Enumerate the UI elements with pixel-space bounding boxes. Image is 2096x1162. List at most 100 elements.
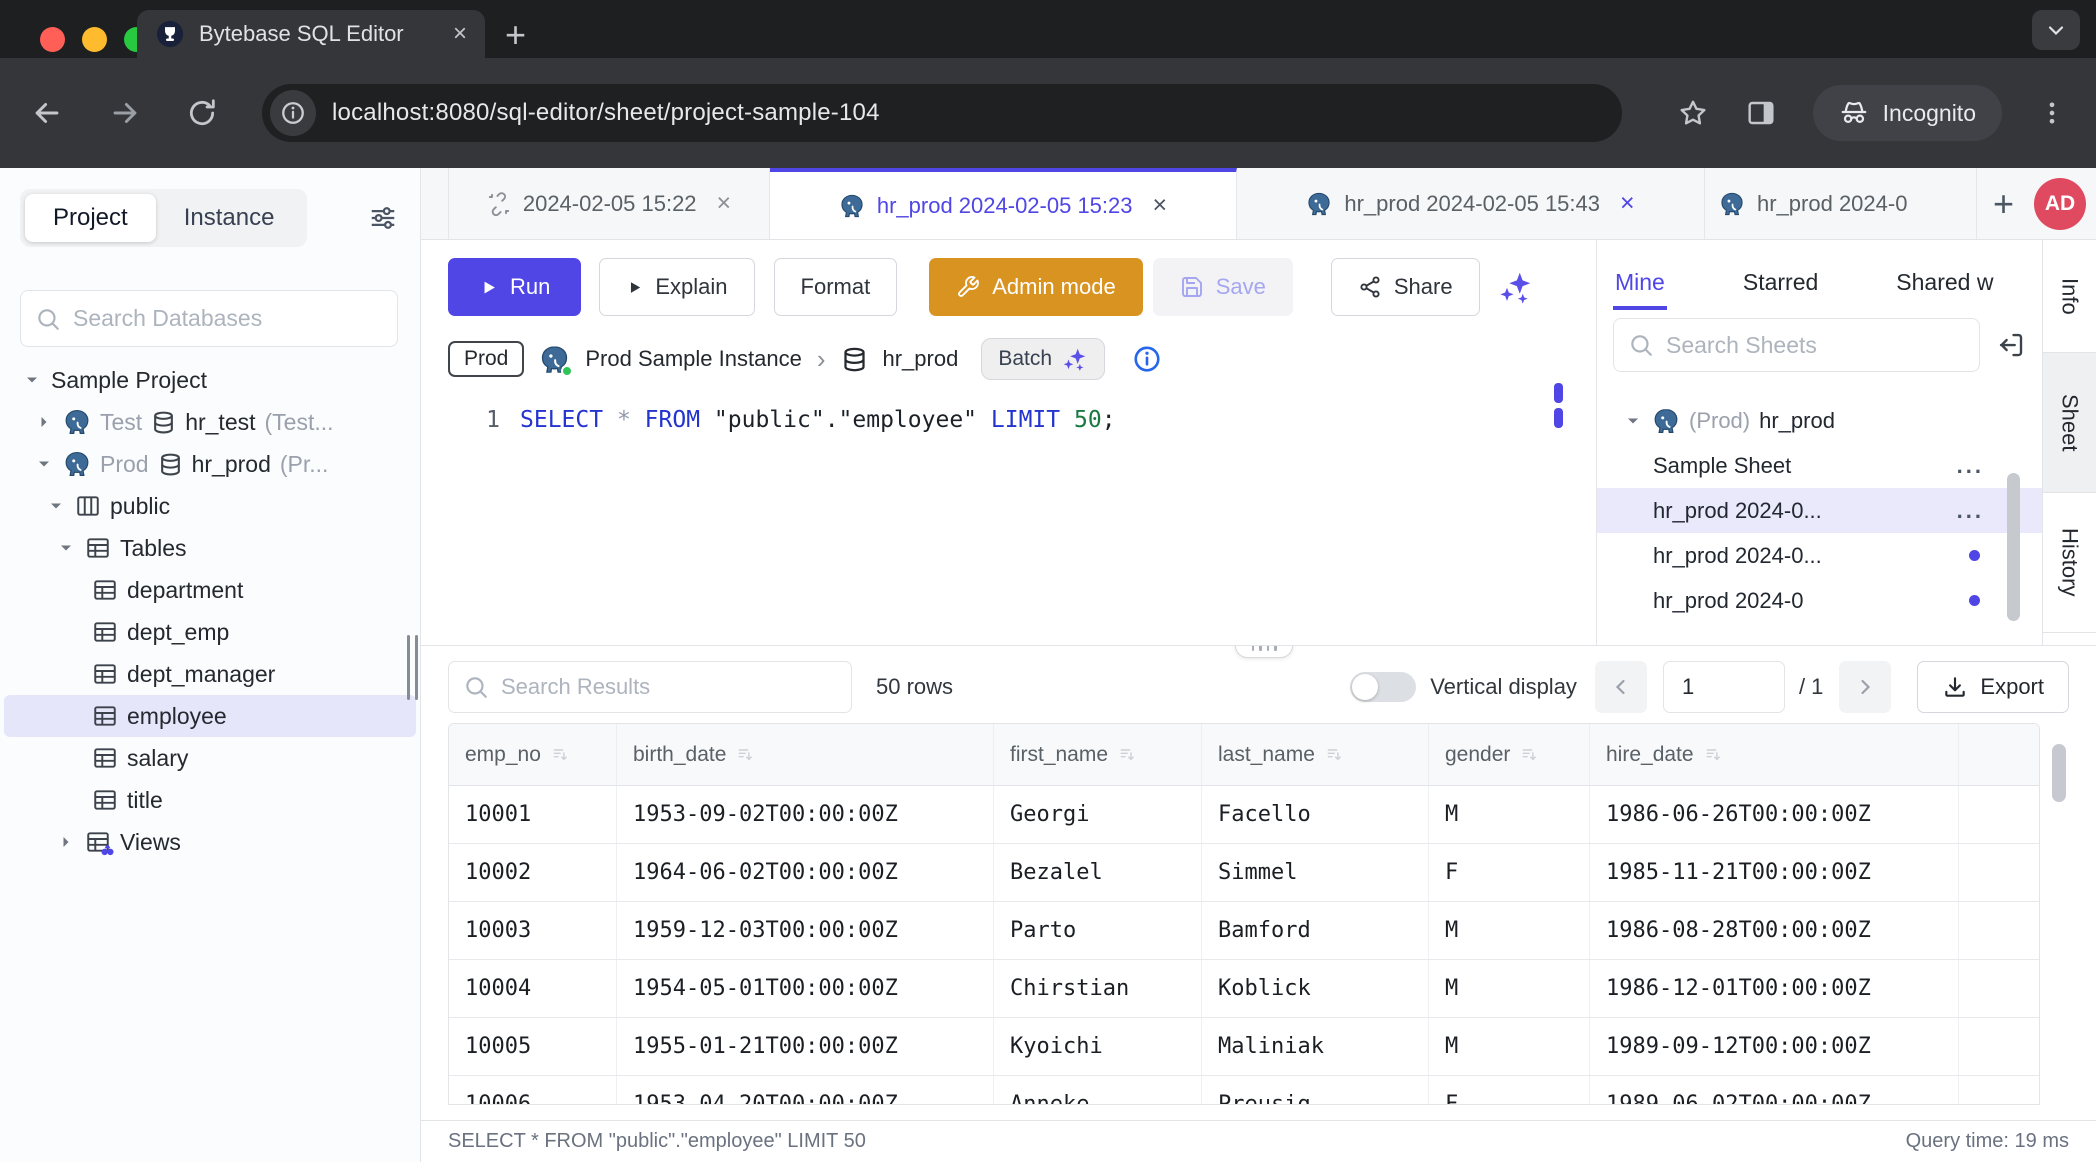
close-sheet-icon[interactable]: × <box>1153 191 1168 220</box>
results-search-input[interactable] <box>501 674 837 700</box>
sort-icon[interactable] <box>1325 745 1345 765</box>
cell-last-name[interactable]: Preusig <box>1202 1076 1429 1105</box>
sidebar-resize-handle[interactable] <box>407 635 418 700</box>
results-search[interactable] <box>448 661 852 713</box>
cell-gender[interactable]: M <box>1429 902 1590 959</box>
sheets-search-input[interactable] <box>1666 332 1965 359</box>
export-button[interactable]: Export <box>1917 661 2069 713</box>
format-button[interactable]: Format <box>774 258 898 316</box>
sheet-item-unsaved-1[interactable]: hr_prod 2024-0... <box>1597 533 2042 578</box>
sort-icon[interactable] <box>1118 745 1138 765</box>
cell-emp-no[interactable]: 10002 <box>449 844 617 901</box>
sheet-item-unsaved-2[interactable]: hr_prod 2024-0 <box>1597 578 2042 623</box>
cell-emp-no[interactable]: 10001 <box>449 786 617 843</box>
sheets-scrollbar[interactable] <box>2007 473 2020 621</box>
tree-item-project[interactable]: Sample Project <box>0 359 420 401</box>
cell-last-name[interactable]: Simmel <box>1202 844 1429 901</box>
cell-first-name[interactable]: Parto <box>994 902 1202 959</box>
tree-item-table-dept-emp[interactable]: dept_emp <box>0 611 420 653</box>
cell-emp-no[interactable]: 10006 <box>449 1076 617 1105</box>
batch-button[interactable]: Batch <box>981 338 1105 380</box>
site-info-icon[interactable] <box>270 90 316 136</box>
admin-mode-button[interactable]: Admin mode <box>929 258 1143 316</box>
sql-code-line[interactable]: SELECT * FROM "public"."employee" LIMIT … <box>520 407 1116 433</box>
sheet-tab-4[interactable]: hr_prod 2024-0 <box>1705 168 1977 239</box>
tree-item-table-salary[interactable]: salary <box>0 737 420 779</box>
table-row[interactable]: 10003 1959-12-03T00:00:00Z Parto Bamford… <box>449 902 2039 960</box>
new-sheet-button[interactable]: + <box>1993 183 2014 225</box>
column-header-birth-date[interactable]: birth_date <box>617 724 994 785</box>
tree-item-hr-test[interactable]: Test hr_test (Test... <box>0 401 420 443</box>
cell-hire-date[interactable]: 1986-08-28T00:00:00Z <box>1590 902 1959 959</box>
bookmark-star-icon[interactable] <box>1677 97 1709 129</box>
sheet-tab-1[interactable]: 2024-02-05 15:22 × <box>448 168 770 239</box>
cell-birth-date[interactable]: 1953-04-20T00:00:00Z <box>617 1076 994 1105</box>
new-tab-button[interactable]: + <box>505 14 526 56</box>
cell-last-name[interactable]: Maliniak <box>1202 1018 1429 1075</box>
vertical-display-toggle[interactable] <box>1350 672 1416 702</box>
minimize-window-button[interactable] <box>82 27 107 52</box>
cell-birth-date[interactable]: 1964-06-02T00:00:00Z <box>617 844 994 901</box>
sheet-group-hr-prod[interactable]: (Prod) hr_prod <box>1597 398 2042 443</box>
window-controls[interactable] <box>40 27 149 52</box>
tab-starred[interactable]: Starred <box>1741 249 1820 310</box>
cell-birth-date[interactable]: 1955-01-21T00:00:00Z <box>617 1018 994 1075</box>
cell-first-name[interactable]: Kyoichi <box>994 1018 1202 1075</box>
panel-resize-handle-horizontal[interactable] <box>1235 645 1293 658</box>
sort-icon[interactable] <box>1520 745 1540 765</box>
cell-gender[interactable]: M <box>1429 786 1590 843</box>
cell-emp-no[interactable]: 10003 <box>449 902 617 959</box>
explain-button[interactable]: Explain <box>599 258 754 316</box>
cell-gender[interactable]: M <box>1429 960 1590 1017</box>
cell-first-name[interactable]: Anneke <box>994 1076 1202 1105</box>
sheet-tab-3[interactable]: hr_prod 2024-02-05 15:43 × <box>1237 168 1705 239</box>
tree-item-tables-group[interactable]: Tables <box>0 527 420 569</box>
cell-hire-date[interactable]: 1986-12-01T00:00:00Z <box>1590 960 1959 1017</box>
caret-down-icon[interactable] <box>56 538 76 558</box>
tree-item-views-group[interactable]: Views <box>0 821 420 863</box>
user-avatar[interactable]: AD <box>2034 178 2086 230</box>
cell-last-name[interactable]: Facello <box>1202 786 1429 843</box>
reload-button[interactable] <box>186 97 218 129</box>
column-header-last-name[interactable]: last_name <box>1202 724 1429 785</box>
caret-down-icon[interactable] <box>1623 411 1643 431</box>
cell-first-name[interactable]: Georgi <box>994 786 1202 843</box>
column-header-emp-no[interactable]: emp_no <box>449 724 617 785</box>
sheet-menu-icon[interactable]: ... <box>1957 498 1984 524</box>
cell-birth-date[interactable]: 1953-09-02T00:00:00Z <box>617 786 994 843</box>
url-text[interactable]: localhost:8080/sql-editor/sheet/project-… <box>332 99 880 127</box>
cell-hire-date[interactable]: 1989-09-12T00:00:00Z <box>1590 1018 1959 1075</box>
close-window-button[interactable] <box>40 27 65 52</box>
cell-last-name[interactable]: Koblick <box>1202 960 1429 1017</box>
table-row[interactable]: 10002 1964-06-02T00:00:00Z Bezalel Simme… <box>449 844 2039 902</box>
sheet-menu-icon[interactable]: ... <box>1957 453 1984 479</box>
caret-down-icon[interactable] <box>34 454 54 474</box>
table-row[interactable]: 10006 1953-04-20T00:00:00Z Anneke Preusi… <box>449 1076 2039 1105</box>
tree-item-hr-prod[interactable]: Prod hr_prod (Pr... <box>0 443 420 485</box>
caret-down-icon[interactable] <box>46 496 66 516</box>
cell-last-name[interactable]: Bamford <box>1202 902 1429 959</box>
cell-birth-date[interactable]: 1959-12-03T00:00:00Z <box>617 902 994 959</box>
sheet-item-sample[interactable]: Sample Sheet ... <box>1597 443 2042 488</box>
close-sheet-icon[interactable]: × <box>1620 189 1635 218</box>
cell-gender[interactable]: M <box>1429 1018 1590 1075</box>
tab-sheet[interactable]: Sheet <box>2043 353 2096 493</box>
page-number-input[interactable] <box>1663 661 1785 713</box>
tab-search-button[interactable] <box>2032 10 2080 50</box>
caret-right-icon[interactable] <box>56 832 76 852</box>
cell-first-name[interactable]: Bezalel <box>994 844 1202 901</box>
cell-emp-no[interactable]: 10004 <box>449 960 617 1017</box>
tree-item-table-dept-manager[interactable]: dept_manager <box>0 653 420 695</box>
column-header-hire-date[interactable]: hire_date <box>1590 724 1959 785</box>
sheet-item-selected[interactable]: hr_prod 2024-0... ... <box>1597 488 2042 533</box>
info-icon[interactable] <box>1132 344 1162 374</box>
sort-icon[interactable] <box>551 745 571 765</box>
instance-name[interactable]: Prod Sample Instance <box>585 346 801 372</box>
tab-project[interactable]: Project <box>25 194 156 242</box>
close-tab-icon[interactable]: × <box>453 20 467 48</box>
browser-tab[interactable]: Bytebase SQL Editor × <box>137 10 485 58</box>
caret-right-icon[interactable] <box>34 412 54 432</box>
cell-hire-date[interactable]: 1989-06-02T00:00:00Z <box>1590 1076 1959 1105</box>
tree-item-schema-public[interactable]: public <box>0 485 420 527</box>
tab-shared[interactable]: Shared w <box>1894 249 1995 310</box>
